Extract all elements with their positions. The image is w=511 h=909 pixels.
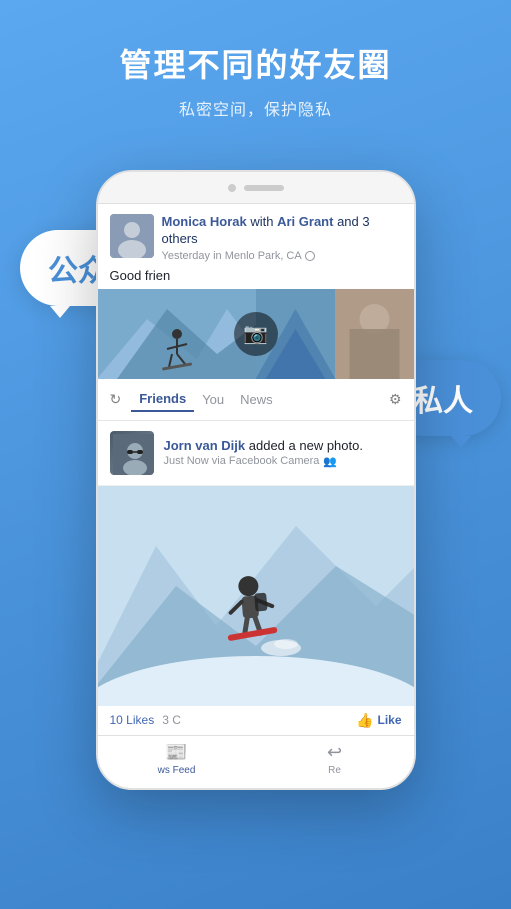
tab-you[interactable]: You — [194, 388, 232, 411]
photo-strip: 📷 — [98, 289, 414, 379]
phone-top-bar — [98, 172, 414, 204]
bottom-nav: 📰 ws Feed ↩ Re — [98, 735, 414, 782]
tab-friends[interactable]: Friends — [131, 387, 194, 412]
globe-icon — [305, 251, 315, 261]
title-area: 管理不同的好友圈 私密空间，保护隐私 — [0, 40, 511, 120]
post-avatar-image — [110, 214, 154, 258]
post-avatar — [110, 214, 154, 258]
photo-3 — [335, 289, 414, 379]
post-text: Good frien — [98, 268, 414, 289]
comment-count: 3 C — [162, 713, 181, 727]
post-header: Monica Horak with Ari Grant and 3 others… — [98, 204, 414, 268]
tabs-bar: ↻ Friends You News ⚙ — [98, 379, 414, 421]
friends-icon: 👥 — [323, 455, 337, 468]
newsfeed-icon: 📰 — [165, 742, 187, 763]
phone-content: Monica Horak with Ari Grant and 3 others… — [98, 204, 414, 788]
main-title: 管理不同的好友圈 — [0, 40, 511, 86]
notification-name: Jorn van Dijk added a new photo. — [164, 438, 402, 453]
tab-news[interactable]: News — [232, 388, 281, 411]
notification-avatar-image — [113, 434, 151, 472]
refresh-icon[interactable]: ↻ — [110, 391, 122, 408]
settings-gear-icon[interactable]: ⚙ — [389, 391, 402, 408]
nav-requests[interactable]: ↩ Re — [256, 742, 414, 776]
notification-meta: Just Now via Facebook Camera 👥 — [164, 455, 402, 468]
camera-overlay[interactable]: 📷 — [234, 312, 278, 356]
like-count: 10 Likes — [110, 713, 155, 727]
likes-bar: 10 Likes 3 C 👍 Like — [98, 706, 414, 735]
camera-icon: 📷 — [243, 321, 268, 346]
post-author: Monica Horak with Ari Grant and 3 others — [162, 214, 402, 248]
notification-avatar — [110, 431, 154, 475]
phone-mockup: Monica Horak with Ari Grant and 3 others… — [96, 170, 416, 790]
photo-1 — [98, 289, 256, 379]
post-meta: Monica Horak with Ari Grant and 3 others… — [162, 214, 402, 262]
like-button[interactable]: 👍 Like — [356, 712, 401, 729]
notification-item: Jorn van Dijk added a new photo. Just No… — [98, 421, 414, 486]
phone-camera — [228, 184, 236, 192]
phone-speaker — [244, 185, 284, 191]
nav-newsfeed[interactable]: 📰 ws Feed — [98, 742, 256, 776]
thumbs-up-icon: 👍 — [356, 712, 373, 729]
requests-icon: ↩ — [327, 742, 342, 763]
post-time: Yesterday in Menlo Park, CA — [162, 250, 402, 262]
notification-text: Jorn van Dijk added a new photo. Just No… — [164, 438, 402, 468]
sub-title: 私密空间，保护隐私 — [0, 96, 511, 120]
large-photo — [98, 486, 414, 706]
